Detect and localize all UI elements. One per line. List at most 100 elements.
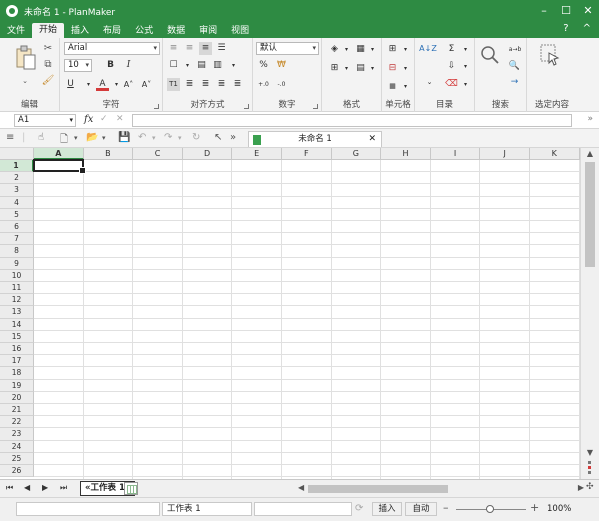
format-painter-icon[interactable]: 🖌 (42, 74, 55, 86)
row-header[interactable]: 16 (0, 343, 34, 356)
search-icon[interactable] (479, 42, 501, 68)
row-header[interactable]: 9 (0, 257, 34, 270)
menu-layout[interactable]: 布局 (96, 24, 128, 38)
percent-button[interactable]: % (257, 59, 270, 72)
vertical-scroll-thumb[interactable] (585, 162, 595, 267)
chevron-down-icon[interactable]: ▾ (459, 60, 472, 73)
pointer-icon[interactable]: ↖ (214, 132, 222, 143)
row-header[interactable]: 4 (0, 196, 34, 209)
scroll-down-icon[interactable]: ▼ (581, 448, 599, 460)
row-header[interactable]: 12 (0, 294, 34, 307)
cell-format-icon[interactable]: ▦ (386, 80, 399, 93)
row-header[interactable]: 2 (0, 172, 34, 185)
formula-input[interactable] (132, 114, 572, 127)
zoom-slider-handle[interactable] (486, 505, 494, 513)
column-header[interactable]: J (480, 148, 530, 160)
font-size-combo[interactable]: 10 ▾ (64, 59, 92, 72)
horizontal-scroll-thumb[interactable] (308, 485, 448, 493)
document-tab[interactable]: 未命名 1 ✕ (248, 131, 382, 147)
column-header[interactable]: G (331, 148, 382, 160)
decrease-decimal-button[interactable]: -.0 (275, 78, 288, 91)
row-header[interactable]: 19 (0, 379, 34, 392)
zoom-in-icon[interactable]: + (530, 501, 539, 514)
chevron-down-icon[interactable]: ▾ (459, 43, 472, 56)
sort-button[interactable]: A↓Z (419, 44, 437, 66)
borders-icon[interactable]: ☐ (167, 59, 180, 72)
chevron-down-icon[interactable]: ▾ (340, 43, 353, 56)
menu-view[interactable]: 视图 (224, 24, 256, 38)
underline-button[interactable]: U (64, 78, 77, 91)
row-header[interactable]: 23 (0, 428, 34, 441)
align-bottom-icon[interactable]: ≡ (199, 42, 212, 55)
vertical-scrollbar[interactable]: ▲ ▼ (580, 148, 599, 479)
find-next-icon[interactable]: 🔍 (508, 60, 521, 73)
first-sheet-icon[interactable]: ⏮ (6, 483, 13, 493)
row-header[interactable]: 18 (0, 367, 34, 380)
repeat-icon[interactable]: ↻ (192, 132, 200, 143)
row-header[interactable]: 13 (0, 306, 34, 319)
minimize-button[interactable]: – (533, 0, 555, 22)
goto-icon[interactable]: → (508, 76, 521, 89)
row-header[interactable]: 26 (0, 465, 34, 478)
menu-insert[interactable]: 插入 (64, 24, 96, 38)
row-header[interactable]: 25 (0, 452, 34, 465)
bold-button[interactable]: B (104, 59, 117, 72)
chevron-down-icon[interactable]: ▾ (366, 43, 379, 56)
chevron-down-icon[interactable]: ▾ (227, 59, 240, 72)
column-header[interactable]: D (182, 148, 233, 160)
column-header[interactable]: F (282, 148, 332, 160)
open-folder-icon[interactable]: 📂 (86, 132, 98, 143)
menu-file[interactable]: 文件 (0, 24, 32, 38)
active-cell[interactable] (33, 159, 86, 175)
row-header[interactable]: 20 (0, 391, 34, 404)
scroll-up-icon[interactable]: ▲ (581, 148, 599, 160)
chevron-down-icon[interactable]: ⌄ (423, 76, 436, 89)
row-header[interactable]: 1 (0, 160, 34, 173)
row-header[interactable]: 7 (0, 233, 34, 246)
chevron-down-icon[interactable]: ▾ (181, 59, 194, 72)
font-dialog-launcher-icon[interactable] (154, 104, 159, 109)
row-header[interactable]: 3 (0, 184, 34, 197)
row-header[interactable]: 15 (0, 330, 34, 343)
chevron-down-icon[interactable]: ▾ (152, 134, 156, 142)
italic-button[interactable]: I (122, 59, 135, 72)
menu-review[interactable]: 审阅 (192, 24, 224, 38)
superscript-button[interactable]: T1 (167, 78, 180, 91)
row-header[interactable]: 11 (0, 282, 34, 295)
column-header[interactable]: C (133, 148, 183, 160)
replace-button[interactable]: a→b (506, 43, 524, 56)
row-header[interactable]: 6 (0, 221, 34, 234)
align-middle-icon[interactable]: ≡ (183, 42, 196, 55)
increase-decimal-button[interactable]: +.0 (257, 78, 270, 91)
justify-icon[interactable]: ≣ (231, 78, 244, 91)
copy-icon[interactable]: ⧉ (42, 58, 54, 70)
scroll-left-icon[interactable]: ◀ (298, 483, 304, 492)
redo-icon[interactable]: ↷ (164, 132, 172, 143)
row-header[interactable]: 17 (0, 355, 34, 368)
alignment-dialog-launcher-icon[interactable] (244, 104, 249, 109)
function-icon[interactable]: fx (84, 114, 93, 125)
new-document-icon[interactable]: 🗋 (60, 132, 68, 149)
row-header[interactable]: 10 (0, 269, 34, 282)
last-sheet-icon[interactable]: ⏭ (60, 483, 67, 493)
worksheet-grid[interactable]: ABCDEFGHIJK 1 2 3 4 5 6 7 8 9 10 11 12 13 14 15 16 17 18 1… (0, 148, 599, 479)
wrap-text-icon[interactable]: ☰ (215, 42, 228, 55)
chevron-down-icon[interactable]: ▾ (399, 62, 412, 75)
row-header[interactable]: 8 (0, 245, 34, 258)
chevron-down-icon[interactable]: ▾ (399, 80, 412, 93)
cell-area[interactable] (33, 159, 580, 479)
grow-font-button[interactable]: A˄ (122, 78, 135, 91)
cancel-icon[interactable]: ✕ (116, 114, 124, 124)
menu-home[interactable]: 开始 (32, 23, 65, 38)
row-header[interactable]: 21 (0, 404, 34, 417)
chevron-down-icon[interactable]: ▾ (82, 78, 95, 91)
chevron-down-icon[interactable]: ▾ (459, 78, 472, 91)
insert-cells-icon[interactable]: ⊞ (386, 43, 399, 56)
collapse-ribbon-icon[interactable]: ^ (583, 23, 591, 34)
close-button[interactable]: ✕ (577, 0, 599, 22)
menu-formulas[interactable]: 公式 (128, 24, 160, 38)
maximize-button[interactable]: ☐ (555, 0, 577, 22)
previous-sheet-icon[interactable]: ◀ (24, 483, 30, 492)
paste-dropdown-icon[interactable]: ⌄ (20, 76, 30, 86)
column-header[interactable]: E (232, 148, 282, 160)
